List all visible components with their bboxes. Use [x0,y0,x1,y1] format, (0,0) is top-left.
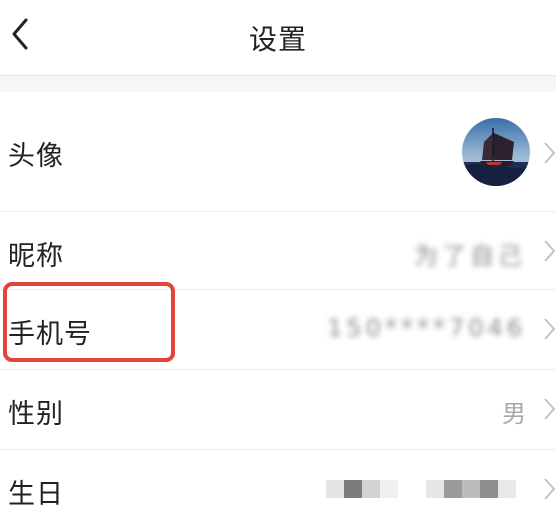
gender-value: 男 [502,400,526,428]
chevron-right-icon [544,318,556,340]
settings-row-gender[interactable]: 性别 男 [0,370,556,450]
section-gap [0,76,556,92]
nav-bar: 设置 [0,0,556,76]
row-label-avatar: 头像 [8,141,64,172]
highlight-annotation [3,282,175,362]
row-label-nickname: 昵称 [8,241,64,272]
row-label-gender: 性别 [8,399,64,430]
chevron-right-icon [544,398,556,420]
settings-row-avatar[interactable]: 头像 [0,92,556,212]
chevron-right-icon [544,142,556,164]
row-label-birthday: 生日 [8,479,64,510]
chevron-right-icon [544,478,556,500]
chevron-right-icon [544,240,556,262]
birthday-value-redacted [326,480,516,498]
settings-screen: 设置 头像 昵称 为了自己 手机号 150****7046 性别 男 生日 [0,0,556,532]
settings-row-nickname[interactable]: 昵称 为了自己 [0,212,556,290]
sailboat-photo [462,118,530,186]
nickname-value: 为了自己 [414,242,526,270]
avatar [462,118,530,186]
page-title: 设置 [248,23,307,56]
phone-value: 150****7046 [327,314,526,342]
